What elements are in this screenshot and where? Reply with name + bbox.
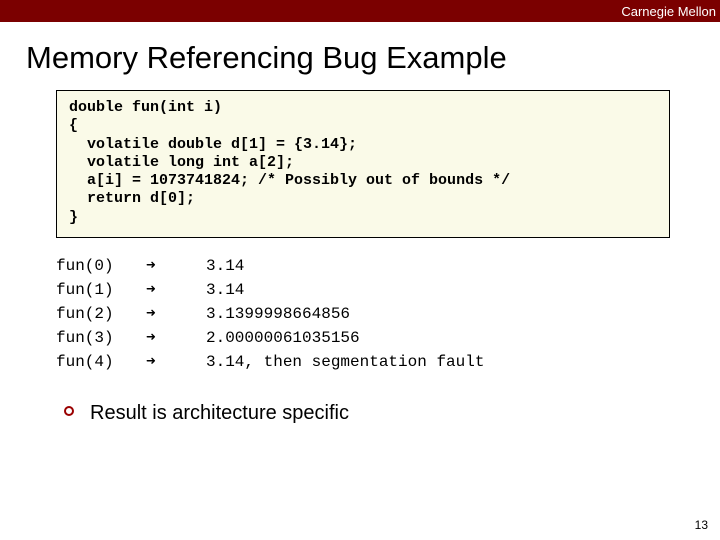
brand-bar: Carnegie Mellon — [0, 0, 720, 22]
bullet-text: Result is architecture specific — [90, 402, 349, 424]
result-call: fun(3) — [56, 326, 146, 350]
slide-content: double fun(int i) { volatile double d[1]… — [0, 90, 720, 426]
page-number: 13 — [695, 518, 708, 532]
result-row: fun(0) ➜ 3.14 — [56, 254, 670, 278]
result-call: fun(4) — [56, 350, 146, 374]
result-row: fun(3) ➜ 2.00000061035156 — [56, 326, 670, 350]
result-call: fun(1) — [56, 278, 146, 302]
result-row: fun(2) ➜ 3.1399998664856 — [56, 302, 670, 326]
code-line: return d[0]; — [69, 190, 195, 207]
arrow-icon: ➜ — [146, 302, 206, 326]
code-line: a[i] = 1073741824; /* Possibly out of bo… — [69, 172, 510, 189]
result-value: 3.1399998664856 — [206, 302, 350, 326]
bullet-item: Result is architecture specific — [56, 400, 670, 426]
slide: Carnegie Mellon Memory Referencing Bug E… — [0, 0, 720, 540]
slide-title: Memory Referencing Bug Example — [0, 22, 720, 90]
code-line: { — [69, 117, 78, 134]
result-row: fun(4) ➜ 3.14, then segmentation fault — [56, 350, 670, 374]
result-value: 3.14, then segmentation fault — [206, 350, 484, 374]
result-row: fun(1) ➜ 3.14 — [56, 278, 670, 302]
result-value: 3.14 — [206, 254, 244, 278]
arrow-icon: ➜ — [146, 278, 206, 302]
code-line: volatile double d[1] = {3.14}; — [69, 136, 357, 153]
bullet-icon — [64, 406, 74, 416]
result-call: fun(0) — [56, 254, 146, 278]
result-value: 3.14 — [206, 278, 244, 302]
arrow-icon: ➜ — [146, 350, 206, 374]
code-line: volatile long int a[2]; — [69, 154, 294, 171]
code-block: double fun(int i) { volatile double d[1]… — [56, 90, 670, 238]
arrow-icon: ➜ — [146, 254, 206, 278]
code-line: double fun(int i) — [69, 99, 222, 116]
code-line: } — [69, 209, 78, 226]
brand-text: Carnegie Mellon — [621, 4, 716, 19]
result-value: 2.00000061035156 — [206, 326, 360, 350]
result-call: fun(2) — [56, 302, 146, 326]
arrow-icon: ➜ — [146, 326, 206, 350]
results-block: fun(0) ➜ 3.14 fun(1) ➜ 3.14 fun(2) ➜ 3.1… — [56, 254, 670, 374]
